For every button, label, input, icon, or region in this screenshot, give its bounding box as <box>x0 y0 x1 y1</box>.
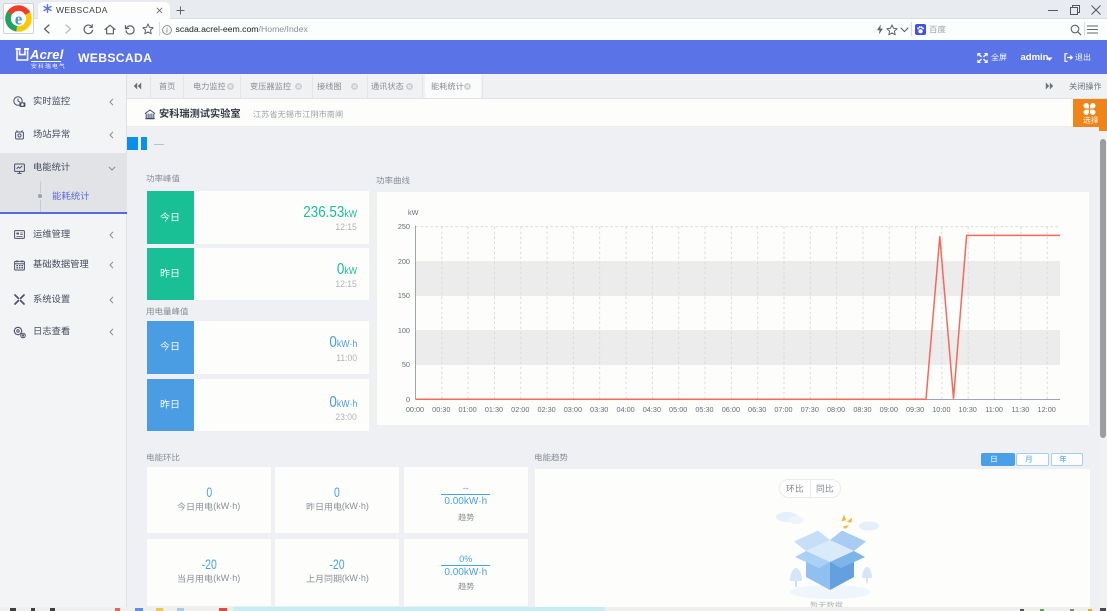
svg-text:e: e <box>15 9 23 28</box>
